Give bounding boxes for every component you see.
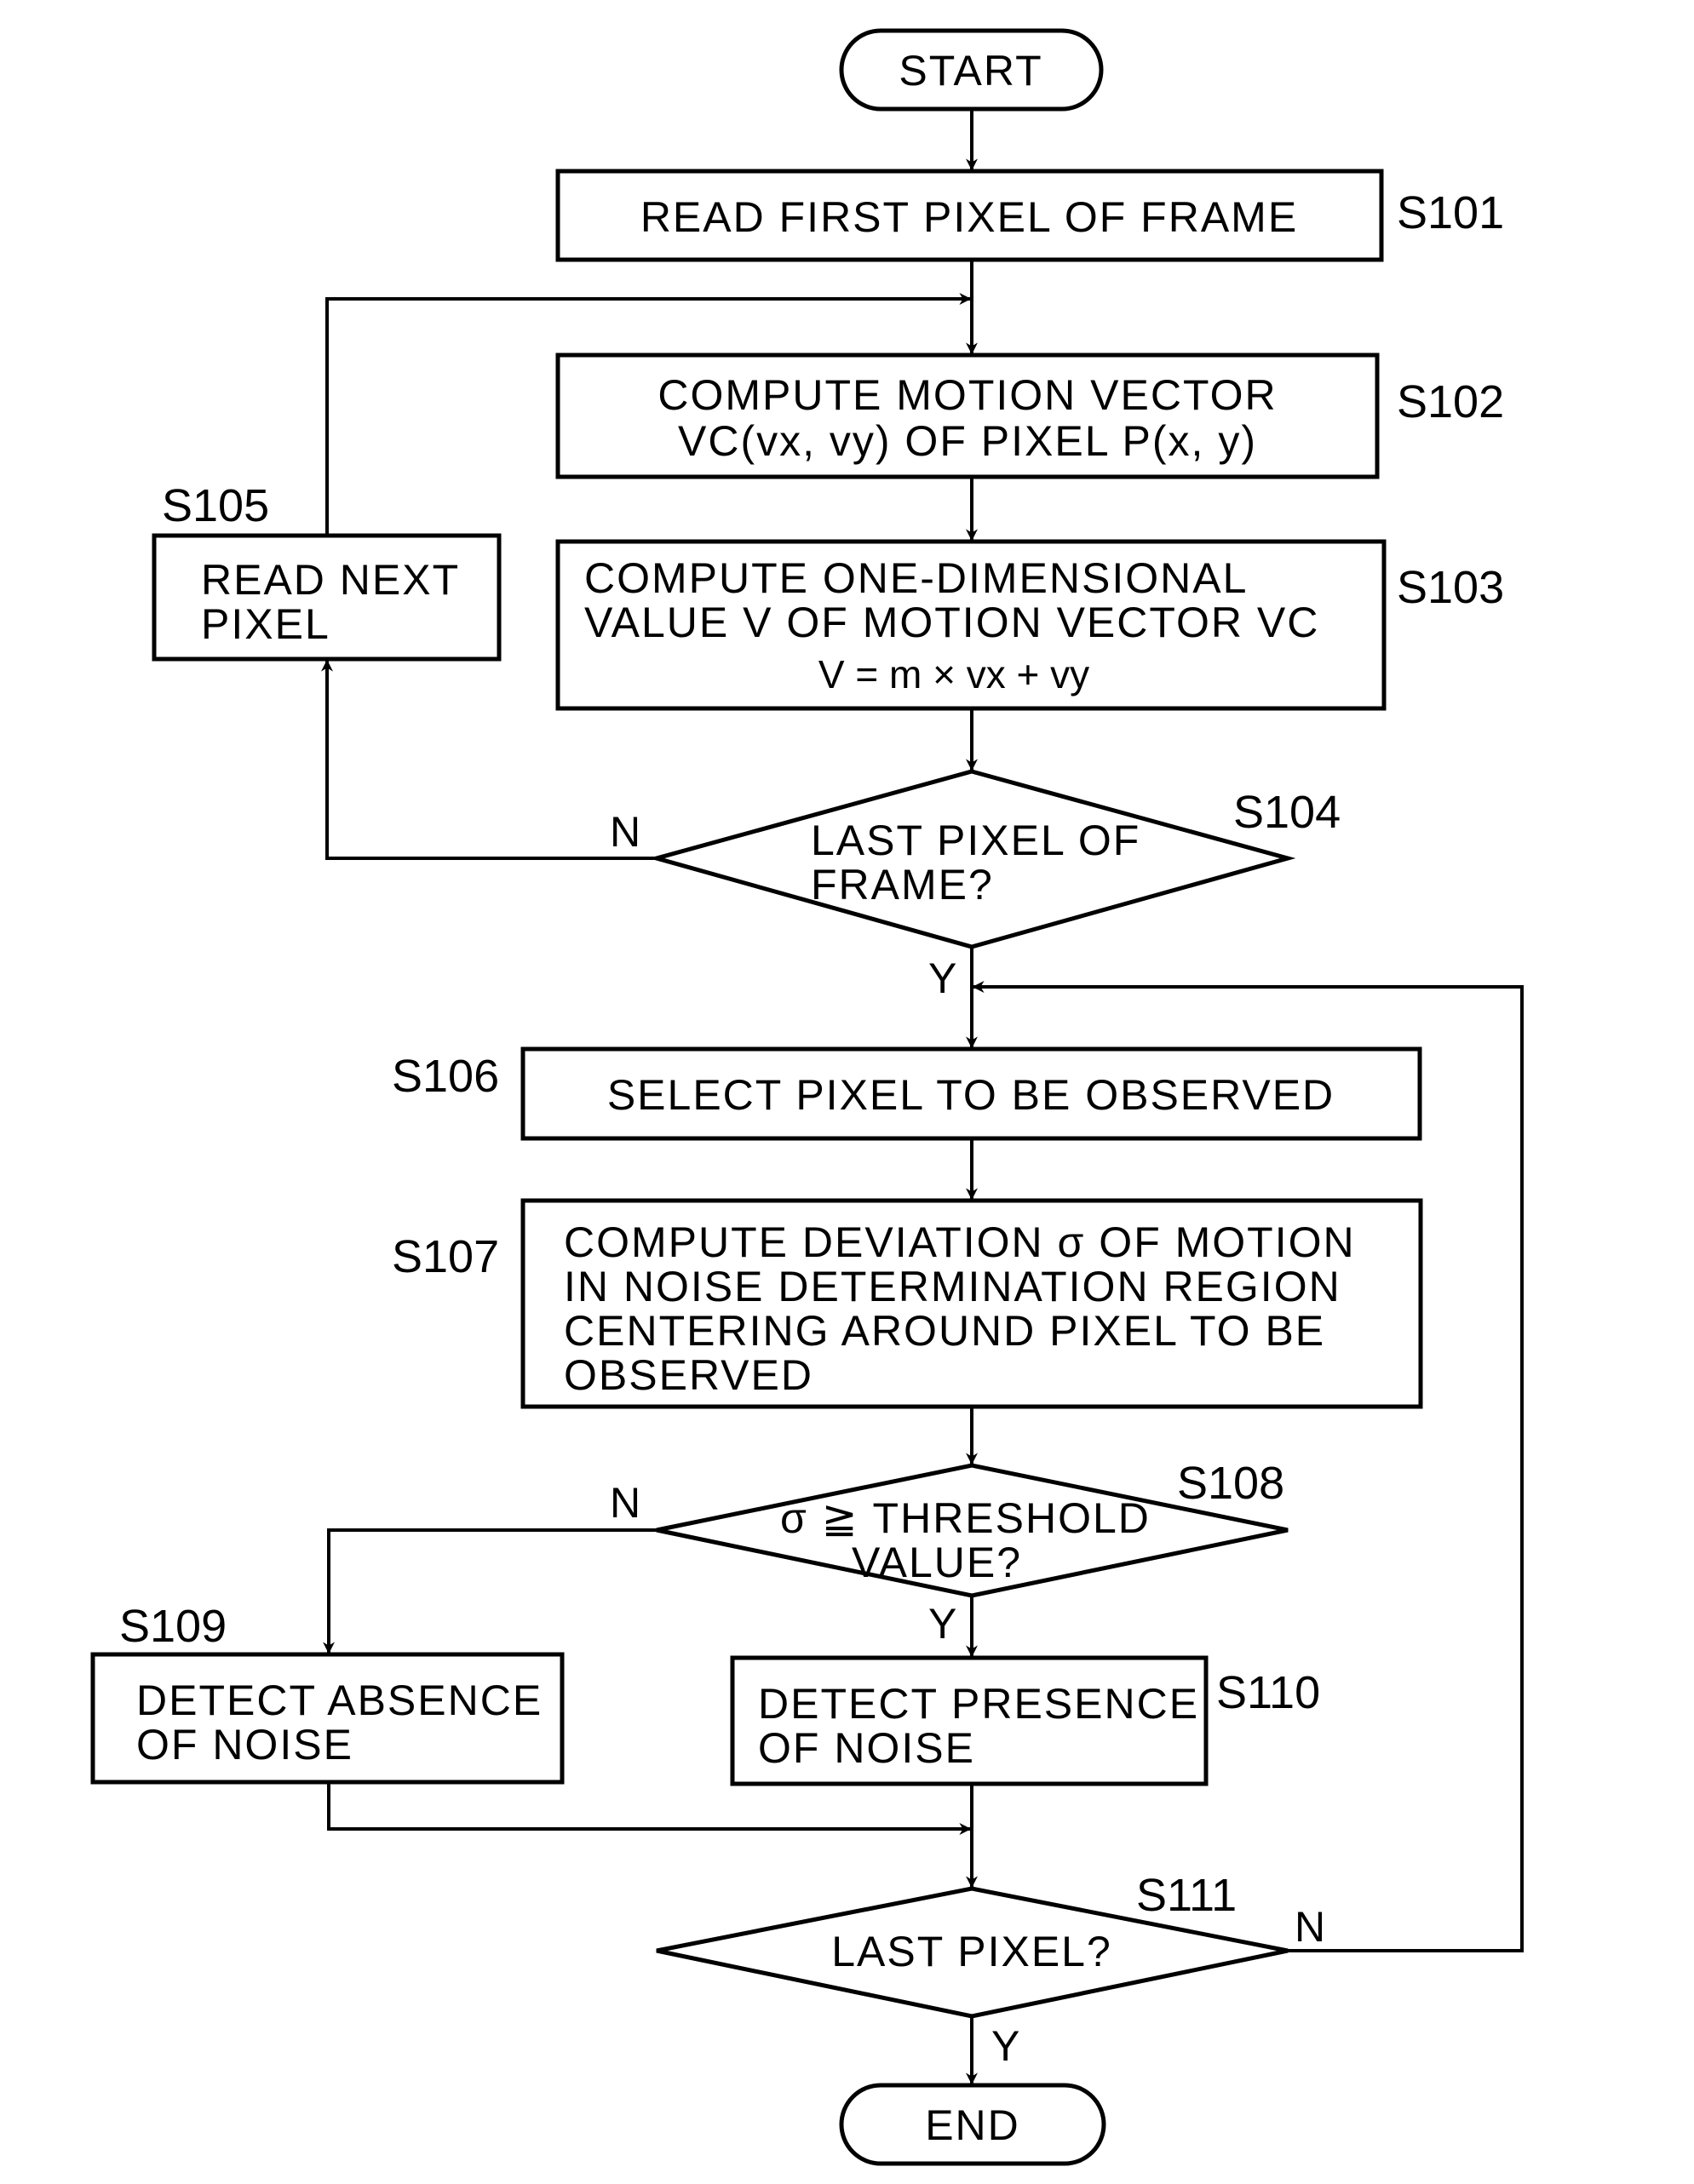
step-s109-id: S109 xyxy=(119,1601,227,1652)
step-s101-text: READ FIRST PIXEL OF FRAME xyxy=(640,193,1298,241)
start-terminal: START xyxy=(839,28,1104,112)
step-s107-text-line2: IN NOISE DETERMINATION REGION xyxy=(564,1263,1341,1310)
step-s107-text-line1: COMPUTE DEVIATION σ OF MOTION xyxy=(564,1218,1356,1266)
step-s110-text-line2: OF NOISE xyxy=(758,1724,975,1772)
decision-s104-no-label: N xyxy=(610,808,640,856)
step-s109-text-line2: OF NOISE xyxy=(136,1721,353,1768)
step-s110-id: S110 xyxy=(1216,1667,1320,1718)
step-s106-id: S106 xyxy=(392,1051,499,1102)
decision-s111-text: LAST PIXEL? xyxy=(831,1928,1112,1975)
edge-s109-merge xyxy=(327,1782,972,1835)
step-s110-text-line1: DETECT PRESENCE xyxy=(758,1680,1199,1728)
decision-s108: σ ≧ THRESHOLD VALUE? S108 N Y xyxy=(610,1458,1289,1648)
end-terminal: END xyxy=(839,2083,1106,2166)
decision-s104-text-line1: LAST PIXEL OF xyxy=(811,817,1140,864)
decision-s111-yes-label: Y xyxy=(991,2022,1019,2070)
decision-s104: LAST PIXEL OF FRAME? S104 N Y xyxy=(610,769,1341,1002)
step-s105-id: S105 xyxy=(162,480,269,531)
decision-s111-id: S111 xyxy=(1136,1870,1237,1921)
step-s101-id: S101 xyxy=(1397,187,1504,238)
step-s102: COMPUTE MOTION VECTOR VC(vx, vy) OF PIXE… xyxy=(555,353,1504,479)
step-s106: S106 SELECT PIXEL TO BE OBSERVED xyxy=(392,1046,1422,1141)
step-s102-id: S102 xyxy=(1397,376,1504,427)
decision-s104-id: S104 xyxy=(1233,787,1341,838)
decision-s104-text-line2: FRAME? xyxy=(811,861,994,909)
step-s105-text-line2: PIXEL xyxy=(201,600,330,648)
step-s109-text-line1: DETECT ABSENCE xyxy=(136,1677,543,1724)
step-s102-text-line1: COMPUTE MOTION VECTOR xyxy=(658,371,1277,419)
edge-s108-s109-no xyxy=(323,1528,657,1654)
step-s103-text-line2: VALUE V OF MOTION VECTOR VC xyxy=(584,599,1319,646)
step-s103: COMPUTE ONE-DIMENSIONAL VALUE V OF MOTIO… xyxy=(555,539,1504,711)
decision-s111-no-label: N xyxy=(1295,1903,1325,1951)
step-s110: DETECT PRESENCE OF NOISE S110 xyxy=(730,1655,1320,1786)
decision-s108-yes-label: Y xyxy=(928,1600,956,1648)
step-s101: READ FIRST PIXEL OF FRAME S101 xyxy=(555,169,1504,262)
flowchart: START READ FIRST PIXEL OF FRAME S101 COM… xyxy=(90,28,1524,2166)
step-s107-text-line3: CENTERING AROUND PIXEL TO BE xyxy=(564,1307,1325,1355)
step-s105-text-line1: READ NEXT xyxy=(201,556,460,604)
step-s107-id: S107 xyxy=(392,1231,499,1282)
step-s103-formula: V = m × vx + vy xyxy=(818,652,1089,696)
decision-s108-id: S108 xyxy=(1177,1458,1284,1509)
step-s103-text-line1: COMPUTE ONE-DIMENSIONAL xyxy=(584,554,1248,602)
decision-s108-text-line2: VALUE? xyxy=(852,1539,1022,1586)
step-s102-text-line2: VC(vx, vy) OF PIXEL P(x, y) xyxy=(678,417,1257,465)
end-label: END xyxy=(925,2101,1020,2149)
decision-s111: LAST PIXEL? S111 N Y xyxy=(656,1870,1325,2070)
step-s107: S107 COMPUTE DEVIATION σ OF MOTION IN NO… xyxy=(392,1198,1423,1409)
decision-s108-no-label: N xyxy=(610,1479,640,1527)
step-s106-text: SELECT PIXEL TO BE OBSERVED xyxy=(607,1071,1335,1119)
decision-s108-text-line1: σ ≧ THRESHOLD xyxy=(780,1494,1151,1542)
decision-s104-yes-label: Y xyxy=(928,954,956,1002)
step-s107-text-line4: OBSERVED xyxy=(564,1351,813,1399)
step-s103-id: S103 xyxy=(1397,562,1504,613)
start-label: START xyxy=(899,47,1042,95)
